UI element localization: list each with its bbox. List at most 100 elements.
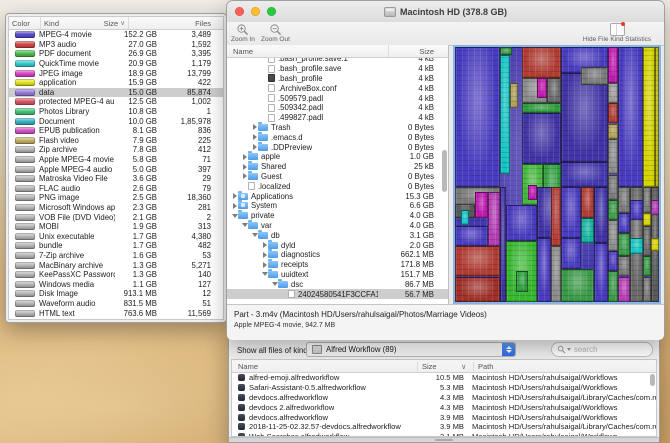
treemap-tile[interactable] bbox=[561, 73, 608, 162]
tree-row[interactable]: Trash0 Bytes bbox=[227, 123, 448, 133]
kind-row[interactable]: Zip archive7.8 GB412 bbox=[9, 145, 223, 155]
disclosure-triangle-icon[interactable] bbox=[271, 282, 278, 286]
kind-row[interactable]: FLAC audio2.6 GB79 bbox=[9, 184, 223, 194]
kind-row[interactable]: VOB File (DVD Video)2.1 GB2 bbox=[9, 212, 223, 222]
tree-row[interactable]: Applications15.3 GB bbox=[227, 191, 448, 201]
disclosure-triangle-icon[interactable] bbox=[261, 252, 268, 258]
tree-row[interactable]: apple1.0 GB bbox=[227, 152, 448, 162]
tree-row[interactable]: .DDPreview0 Bytes bbox=[227, 142, 448, 152]
treemap-tile[interactable] bbox=[516, 271, 528, 291]
treemap-tile[interactable] bbox=[522, 103, 561, 113]
close-button[interactable] bbox=[235, 7, 244, 16]
zoom-button[interactable] bbox=[267, 7, 276, 16]
kind-row[interactable]: HTML text763.6 MB11,569 bbox=[9, 308, 223, 318]
column-header-files[interactable]: Files bbox=[129, 17, 223, 29]
kind-row[interactable]: EPUB publication8.1 GB836 bbox=[9, 126, 223, 136]
kind-row[interactable]: MPEG-4 movie152.2 GB3,489 bbox=[9, 30, 223, 40]
tree-row[interactable]: .localized0 Bytes bbox=[227, 181, 448, 191]
tree-row[interactable]: .ArchiveBox.conf4 kB bbox=[227, 83, 448, 93]
tree-row[interactable]: dsc86.7 MB bbox=[227, 279, 448, 289]
treemap-tile[interactable] bbox=[528, 185, 536, 200]
treemap-tile[interactable] bbox=[643, 226, 651, 257]
tree-row[interactable]: dyld2.0 GB bbox=[227, 240, 448, 250]
treemap-tile[interactable] bbox=[581, 187, 593, 218]
treemap-tile[interactable] bbox=[618, 213, 630, 233]
treemap-tile[interactable] bbox=[643, 277, 651, 303]
tree-row[interactable]: db3.1 GB bbox=[227, 230, 448, 240]
treemap-tile[interactable] bbox=[500, 47, 512, 55]
tree-row[interactable]: private4.0 GB bbox=[227, 211, 448, 221]
tree-row[interactable]: .emacs.d0 Bytes bbox=[227, 132, 448, 142]
tree-row[interactable]: .bash_profile.save4 kB bbox=[227, 64, 448, 74]
zoom-out-button[interactable]: Zoom Out bbox=[261, 23, 290, 43]
kind-row[interactable]: 7-Zip archive1.6 GB53 bbox=[9, 251, 223, 261]
treemap-tile[interactable] bbox=[561, 162, 608, 188]
treemap-tile[interactable] bbox=[608, 83, 618, 103]
treemap-tile[interactable] bbox=[561, 187, 581, 238]
treemap-tile[interactable] bbox=[608, 220, 618, 251]
search-field[interactable] bbox=[551, 342, 653, 357]
treemap-tile[interactable] bbox=[461, 210, 469, 225]
treemap-tile[interactable] bbox=[506, 205, 537, 241]
tree-row[interactable]: .509342.padl4 kB bbox=[227, 103, 448, 113]
treemap-tile[interactable] bbox=[510, 83, 518, 109]
tree-scrollbar-thumb[interactable] bbox=[442, 150, 447, 192]
kind-row[interactable]: Windows media1.1 GB127 bbox=[9, 279, 223, 289]
tree-row[interactable]: uuidtext151.7 MB bbox=[227, 270, 448, 280]
tree-row[interactable]: .bash_profile4 kB bbox=[227, 74, 448, 84]
kind-row[interactable]: Matroska Video File3.6 GB29 bbox=[9, 174, 223, 184]
treemap-tile[interactable] bbox=[618, 47, 642, 187]
disclosure-triangle-icon[interactable] bbox=[261, 272, 268, 276]
treemap-tile[interactable] bbox=[608, 200, 618, 220]
kind-row[interactable]: QuickTime movie20.9 GB1,179 bbox=[9, 59, 223, 69]
kind-row[interactable]: KeePassXC Password1.3 GB140 bbox=[9, 270, 223, 280]
treemap-tile[interactable] bbox=[455, 277, 500, 303]
treemap-tile[interactable] bbox=[551, 246, 561, 302]
kind-row[interactable]: application15.9 GB422 bbox=[9, 78, 223, 88]
tree-row[interactable]: Guest0 Bytes bbox=[227, 172, 448, 182]
disclosure-triangle-icon[interactable] bbox=[231, 193, 238, 199]
treemap-tile[interactable] bbox=[630, 238, 642, 253]
kind-row[interactable]: Microsoft Windows ap2.3 GB281 bbox=[9, 203, 223, 213]
treemap-tile[interactable] bbox=[551, 187, 561, 246]
disclosure-triangle-icon[interactable] bbox=[231, 214, 238, 218]
kind-row[interactable]: Apple MPEG-4 movie5.8 GB71 bbox=[9, 155, 223, 165]
kind-row[interactable]: Waveform audio831.5 MB51 bbox=[9, 299, 223, 309]
drawer-resize-grip[interactable] bbox=[229, 437, 659, 442]
disclosure-triangle-icon[interactable] bbox=[241, 154, 248, 160]
disclosure-triangle-icon[interactable] bbox=[261, 262, 268, 268]
treemap-tile[interactable] bbox=[594, 187, 608, 243]
kind-dropdown[interactable]: Alfred Workflow (89) bbox=[306, 342, 516, 357]
column-header-color[interactable]: Color bbox=[9, 17, 41, 29]
treemap-tile[interactable] bbox=[618, 187, 630, 213]
treemap-tile[interactable] bbox=[547, 78, 561, 104]
title-bar[interactable]: Macintosh HD (378.8 GB) bbox=[227, 1, 664, 23]
search-input[interactable] bbox=[574, 345, 652, 354]
column-header-size[interactable]: Size bbox=[417, 362, 461, 371]
treemap-tile[interactable] bbox=[561, 238, 581, 269]
column-header-name[interactable]: Name bbox=[227, 47, 388, 56]
treemap-tile[interactable] bbox=[618, 277, 630, 303]
tree-row[interactable]: System6.6 GB bbox=[227, 201, 448, 211]
disclosure-triangle-icon[interactable] bbox=[251, 233, 258, 237]
kind-row[interactable]: Photos Library10.8 GB1 bbox=[9, 107, 223, 117]
kind-row[interactable]: Apple MPEG-4 audio5.0 GB397 bbox=[9, 164, 223, 174]
kind-row[interactable]: Document10.0 GB1,85,978 bbox=[9, 116, 223, 126]
kind-row[interactable]: bundle1.7 GB482 bbox=[9, 241, 223, 251]
disclosure-triangle-icon[interactable] bbox=[261, 242, 268, 248]
treemap-tile[interactable] bbox=[608, 103, 618, 123]
treemap-tile[interactable] bbox=[651, 200, 659, 215]
treemap-view[interactable] bbox=[453, 45, 661, 304]
disclosure-triangle-icon[interactable] bbox=[251, 124, 258, 130]
tree-row[interactable]: Shared25 kB bbox=[227, 162, 448, 172]
kind-row[interactable] bbox=[9, 318, 223, 320]
disclosure-triangle-icon[interactable] bbox=[241, 223, 248, 227]
treemap-tile[interactable] bbox=[455, 226, 488, 246]
treemap-tile[interactable] bbox=[608, 271, 618, 302]
column-header-size[interactable]: Size∨ bbox=[97, 17, 129, 29]
treemap-tile[interactable] bbox=[581, 67, 608, 85]
treemap-tile[interactable] bbox=[630, 200, 642, 220]
tree-row[interactable]: var4.0 GB bbox=[227, 221, 448, 231]
hide-file-kind-statistics-button[interactable]: Hide File Kind Statistics bbox=[573, 23, 661, 43]
kind-row[interactable]: Disk Image913.1 MB12 bbox=[9, 289, 223, 299]
